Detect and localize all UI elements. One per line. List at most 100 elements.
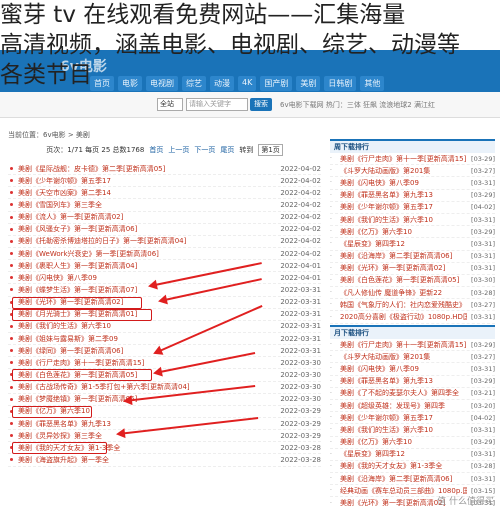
movie-title[interactable]: 美剧《托勒密杀博迪塔拉的日子》第一季[更新高清04] [18, 236, 271, 246]
monthly-item[interactable]: · 美剧《少年谢尔顿》第五季17 [04-02] [330, 412, 495, 425]
monthly-item-title[interactable]: 《星辰变》第四季12 [340, 449, 467, 459]
movie-title[interactable]: 美剧《星际战舰：皮卡德》第二季[更新高清05] [18, 164, 271, 174]
table-row[interactable]: 美剧《亿万》第六季10 2022-03-29 [8, 405, 321, 418]
monthly-item-title[interactable]: 美剧《行尸走肉》第十一季[更新高清15] [340, 340, 467, 350]
table-row[interactable]: 美剧《行尸走肉》第十一季[更新高清15] 2022-03-30 [8, 357, 321, 370]
monthly-item[interactable]: · 《星辰变》第四季12 [03-31] [330, 449, 495, 461]
monthly-item[interactable]: · 《斗罗大陆动画版》第201集 [03-27] [330, 351, 495, 364]
weekly-item[interactable]: · 美剧《少年谢尔顿》第五季17 [04-02] [330, 202, 495, 214]
movie-title[interactable]: 美剧《绿同》第一季[更新高清06] [18, 346, 271, 356]
weekly-item[interactable]: · 美剧《白色莲花》第一季[更新高清05] [03-30] [330, 275, 495, 288]
movie-date: 2022-03-31 [280, 334, 321, 343]
table-row[interactable]: 美剧《星际战舰：皮卡德》第二季[更新高清05] 2022-04-02 [8, 163, 321, 176]
pager-first[interactable]: 首页 [149, 145, 163, 155]
weekly-item[interactable]: · 美剧《闪电侠》第八季09 [03-31] [330, 177, 495, 190]
table-row[interactable]: 美剧《托勒密杀博迪塔拉的日子》第一季[更新高清04] 2022-04-02 [8, 236, 321, 248]
movie-title[interactable]: 美剧《我们的生活》第六季10 [18, 321, 271, 331]
table-row[interactable]: 美剧《我的天才女友》第1-3季全 2022-03-28 [8, 442, 321, 455]
weekly-item-title[interactable]: 2020高分喜剧《极盗行动》1080p.HD国语 [340, 312, 467, 322]
pager-prev[interactable]: 上一页 [168, 145, 189, 155]
weekly-item-title[interactable]: 美剧《闪电侠》第八季09 [340, 178, 467, 188]
monthly-item-title[interactable]: 美剧《亿万》第六季10 [340, 437, 467, 447]
weekly-item-title[interactable]: 美剧《我们的生活》第六季10 [340, 215, 467, 225]
weekly-item-title[interactable]: 美剧《亿万》第六季10 [340, 227, 467, 237]
pager-jump-select[interactable]: 第1页 [258, 144, 283, 156]
weekly-item[interactable]: · 《凡人修仙传 魔道争锋》更新22 [03-28] [330, 287, 495, 300]
monthly-item-title[interactable]: 美剧《超级英雄：发现号》第四季 [340, 401, 467, 411]
rank-bullet: · [330, 487, 332, 495]
monthly-item-title[interactable]: 《斗罗大陆动画版》第201集 [340, 352, 467, 362]
monthly-item[interactable]: · 美剧《我们的生活》第六季10 [03-31] [330, 424, 495, 437]
pager-next[interactable]: 下一页 [194, 145, 215, 155]
table-row[interactable]: 美剧《我们的生活》第六季10 2022-03-31 [8, 321, 321, 333]
pager-last[interactable]: 尾页 [220, 145, 234, 155]
table-row[interactable]: 美剧《海盗旗升起》第一季全 2022-03-28 [8, 454, 321, 467]
monthly-item-title[interactable]: 美剧《我们的生活》第六季10 [340, 425, 467, 435]
search-input[interactable]: 请输入关键字 [186, 98, 248, 111]
movie-title[interactable]: 美剧《雪国列车》第三季全 [18, 200, 271, 210]
monthly-item[interactable]: · 美剧《超级英雄：发现号》第四季 [03-20] [330, 400, 495, 413]
weekly-item-title[interactable]: 美剧《少年谢尔顿》第五季17 [340, 202, 467, 212]
weekly-item[interactable]: · 《斗罗大陆动画版》第201集 [03-27] [330, 165, 495, 178]
monthly-item-title[interactable]: 美剧《少年谢尔顿》第五季17 [340, 413, 467, 423]
weekly-item[interactable]: · 2020高分喜剧《极盗行动》1080p.HD国语 [03-31] [330, 311, 495, 324]
weekly-item[interactable]: · 《星辰变》第四季12 [03-31] [330, 238, 495, 251]
movie-title[interactable]: 美剧《姐妹与露易斯》第二季09 [18, 334, 271, 344]
table-row[interactable]: 美剧《裹职人生》第一季[更新高清04] 2022-04-01 [8, 260, 321, 273]
table-row[interactable]: 美剧《流人》第一季[更新高清02] 2022-04-02 [8, 212, 321, 224]
movie-title[interactable]: 美剧《行尸走肉》第十一季[更新高清15] [18, 358, 271, 368]
weekly-item[interactable]: · 美剧《罪恶黑名单》第九季13 [03-29] [330, 190, 495, 202]
monthly-item-title[interactable]: 美剧《罪恶黑名单》第九季13 [340, 376, 467, 386]
weekly-item[interactable]: · 美剧《我们的生活》第六季10 [03-31] [330, 214, 495, 227]
weekly-item-title[interactable]: 韩国《气象厅的人们：社内恋爱残酷史》 [340, 300, 467, 310]
monthly-item[interactable]: · 美剧《我的天才女友》第1-3季全 [03-28] [330, 461, 495, 474]
movie-title[interactable]: 美剧《海盗旗升起》第一季全 [18, 455, 271, 465]
table-row[interactable]: 美剧《天空市凶案》第二季14 2022-04-02 [8, 187, 321, 200]
monthly-item-title[interactable]: 美剧《沿海岸》第二季[更新高清06] [340, 474, 467, 484]
table-row[interactable]: 美剧《少年谢尔顿》第五季17 2022-04-02 [8, 175, 321, 188]
weekly-item-title[interactable]: 美剧《行尸走肉》第十一季[更新高清15] [340, 154, 467, 164]
weekly-item-title[interactable]: 美剧《白色莲花》第一季[更新高清05] [340, 275, 467, 285]
monthly-item-title[interactable]: 美剧《了不起的麦瑟尔夫人》第四季全 [340, 388, 467, 398]
movie-title[interactable]: 美剧《蝶梦生活》第一季[更新高清07] [18, 285, 271, 295]
bullet-icon [10, 264, 13, 268]
monthly-item[interactable]: · 美剧《了不起的麦瑟尔夫人》第四季全 [03-21] [330, 388, 495, 400]
weekly-item-title[interactable]: 美剧《光环》第一季[更新高清02] [340, 263, 467, 273]
search-button[interactable]: 搜索 [250, 98, 272, 111]
movie-title[interactable]: 美剧《WeWork兴衰史》第一季[更新高清06] [18, 249, 271, 259]
weekly-item-title[interactable]: 《凡人修仙传 魔道争锋》更新22 [340, 288, 467, 298]
weekly-item[interactable]: · 韩国《气象厅的人们：社内恋爱残酷史》 [03-27] [330, 299, 495, 312]
monthly-item-title[interactable]: 美剧《闪电侠》第八季09 [340, 364, 467, 374]
movie-title[interactable]: 美剧《灵异妙探》第三季全 [18, 431, 271, 441]
movie-title[interactable]: 美剧《少年谢尔顿》第五季17 [18, 176, 271, 186]
table-row[interactable]: 美剧《月光骑士》第一季[更新高清01] 2022-03-31 [8, 308, 321, 321]
movie-title[interactable]: 美剧《流人》第一季[更新高清02] [18, 212, 271, 222]
movie-date: 2022-04-02 [280, 249, 321, 258]
movie-title[interactable]: 美剧《天空市凶案》第二季14 [18, 188, 271, 198]
rank-bullet: · [330, 179, 332, 187]
monthly-item[interactable]: · 美剧《罪恶黑名单》第九季13 [03-29] [330, 376, 495, 388]
weekly-item-title[interactable]: 美剧《罪恶黑名单》第九季13 [340, 190, 467, 200]
movie-title[interactable]: 美剧《风骚女子》第一季[更新高清06] [18, 224, 271, 234]
weekly-item-title[interactable]: 《星辰变》第四季12 [340, 239, 467, 249]
table-row[interactable]: 美剧《风骚女子》第一季[更新高清06] 2022-04-02 [8, 224, 321, 236]
weekly-item-title[interactable]: 《斗罗大陆动画版》第201集 [340, 166, 467, 176]
rank-bullet: · [330, 499, 332, 507]
table-row[interactable]: 美剧《姐妹与露易斯》第二季09 2022-03-31 [8, 333, 321, 346]
monthly-item[interactable]: · 美剧《沿海岸》第二季[更新高清06] [03-31] [330, 473, 495, 486]
search-scope-select[interactable]: 全站 [157, 98, 183, 111]
monthly-item[interactable]: · 美剧《亿万》第六季10 [03-29] [330, 437, 495, 449]
monthly-item[interactable]: · 美剧《行尸走肉》第十一季[更新高清15] [03-29] [330, 339, 495, 352]
table-row[interactable]: 美剧《雪国列车》第三季全 2022-04-02 [8, 199, 321, 212]
weekly-item[interactable]: · 美剧《光环》第一季[更新高清02] [03-31] [330, 263, 495, 275]
table-row[interactable]: 美剧《古战场传奇》第1-5季打包+第六季[更新高清04] 2022-03-30 [8, 382, 321, 394]
table-row[interactable]: 美剧《灵异妙探》第三季全 2022-03-29 [8, 430, 321, 443]
monthly-item[interactable]: · 美剧《闪电侠》第八季09 [03-31] [330, 363, 495, 376]
table-row[interactable]: 美剧《WeWork兴衰史》第一季[更新高清06] 2022-04-02 [8, 248, 321, 261]
monthly-item-title[interactable]: 美剧《我的天才女友》第1-3季全 [340, 461, 467, 471]
weekly-item[interactable]: · 美剧《亿万》第六季10 [03-29] [330, 226, 495, 239]
weekly-item-title[interactable]: 美剧《沿海岸》第二季[更新高清06] [340, 251, 467, 261]
weekly-item[interactable]: · 美剧《沿海岸》第二季[更新高清06] [03-31] [330, 251, 495, 263]
movie-title[interactable]: 美剧《闪电侠》第八季09 [18, 273, 271, 283]
weekly-item[interactable]: · 美剧《行尸走肉》第十一季[更新高清15] [03-29] [330, 153, 495, 166]
